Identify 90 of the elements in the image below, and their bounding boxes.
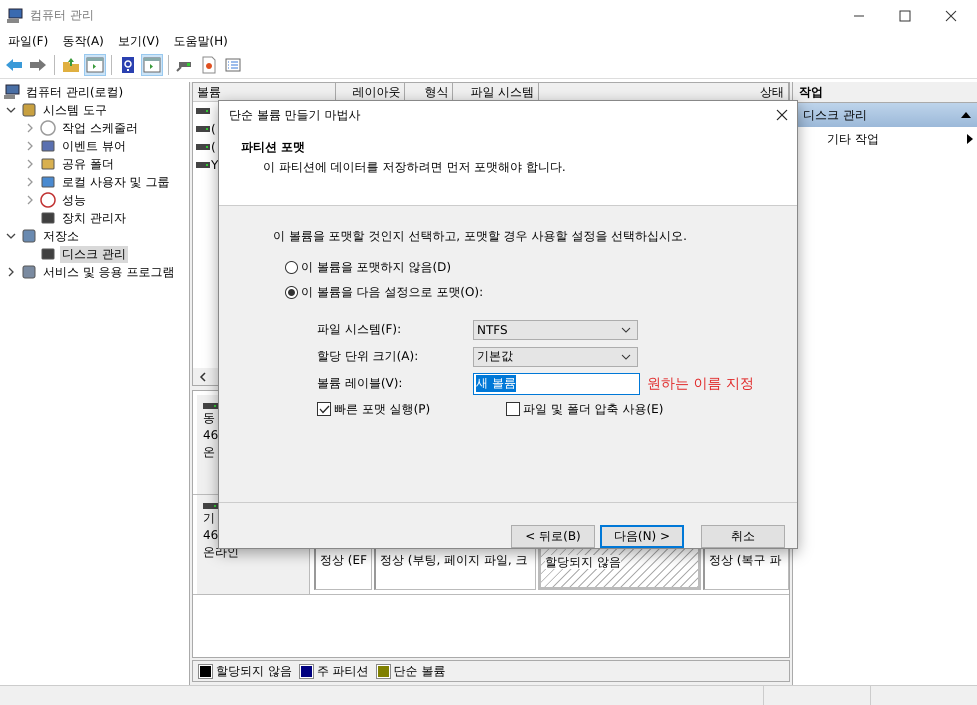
radio-button[interactable] <box>285 260 298 274</box>
computer-icon <box>6 8 24 24</box>
checkbox-label[interactable]: 파일 및 폴더 압축 사용(E) <box>523 400 664 418</box>
instruction-text: 이 볼륨을 포맷할 것인지 선택하고, 포맷할 경우 사용할 설정을 선택하십시오. <box>273 228 688 245</box>
drive-icon <box>196 126 210 132</box>
tree-item[interactable]: 서비스 및 응용 프로그램 <box>41 264 176 280</box>
partition-block[interactable]: 할당되지 않음 <box>538 546 701 590</box>
radio-label[interactable]: 이 볼륨을 포맷하지 않음(D) <box>301 258 452 276</box>
node-icon <box>21 228 37 244</box>
dialog-title: 단순 볼륨 만들기 마법사 <box>229 106 360 124</box>
action-pane-icon[interactable] <box>141 54 163 76</box>
checkbox-label[interactable]: 빠른 포맷 실행(P) <box>334 400 430 418</box>
node-icon <box>40 120 56 136</box>
radio-label[interactable]: 이 볼륨을 다음 설정으로 포맷(O): <box>301 284 484 301</box>
dropdown[interactable]: NTFS <box>473 320 638 340</box>
node-icon <box>40 138 56 154</box>
menu-item[interactable]: 파일(F) <box>8 33 48 50</box>
legend-label: 단순 볼륨 <box>394 662 446 680</box>
maximize-icon[interactable] <box>899 10 911 22</box>
tree-item[interactable]: 컴퓨터 관리(로컬) <box>24 84 126 100</box>
radio-button[interactable] <box>285 286 298 299</box>
page-subheading: 이 파티션에 데이터를 저장하려면 먼저 포맷해야 합니다. <box>262 159 567 176</box>
partition-block[interactable]: 정상 (복구 파 <box>702 546 789 590</box>
node-icon <box>40 210 56 226</box>
annotation-text: 원하는 이름 지정 <box>647 374 754 393</box>
node-icon <box>40 174 56 190</box>
chevron-down-icon <box>621 326 631 333</box>
drive-icon <box>202 403 219 409</box>
input-field[interactable]: 새 볼륨 <box>473 372 640 395</box>
computer-icon <box>4 84 20 100</box>
tree-item[interactable]: 장치 관리자 <box>60 210 128 226</box>
legend-label: 주 파티션 <box>316 662 369 680</box>
dropdown[interactable]: 기본값 <box>473 346 638 367</box>
node-icon <box>40 192 56 208</box>
tree-item[interactable]: 로컬 사용자 및 그룹 <box>60 174 172 190</box>
partition-block[interactable]: 정상 (부팅, 페이지 파일, 크 <box>374 546 536 590</box>
window-title: 컴퓨터 관리 <box>30 7 94 24</box>
partition-status: 정상 (EF <box>320 553 367 567</box>
checkbox[interactable] <box>317 402 331 416</box>
close-icon[interactable] <box>945 10 957 22</box>
drive-icon <box>196 108 210 114</box>
page-heading: 파티션 포맷 <box>241 139 306 156</box>
volume-name: ( <box>210 122 216 136</box>
drive-icon <box>196 162 210 168</box>
tree-pane-icon[interactable] <box>84 54 106 76</box>
node-icon <box>40 246 56 262</box>
drive-icon <box>202 503 219 509</box>
field-label: 파일 시스템(F): <box>317 321 402 338</box>
dialog-button[interactable]: < 뒤로(B) <box>511 525 595 548</box>
disk-info-text: 46 <box>202 428 220 443</box>
close-icon[interactable] <box>776 109 788 122</box>
legend-label: 할당되지 않음 <box>216 662 292 680</box>
drive-icon <box>196 144 210 150</box>
node-icon <box>21 102 37 118</box>
field-label: 할당 단위 크기(A): <box>317 348 420 366</box>
tree-item[interactable]: 작업 스케줄러 <box>60 120 140 136</box>
field-label: 볼륨 레이블(V): <box>317 375 404 392</box>
chevron-down-icon <box>621 354 631 360</box>
partition-status: 정상 (복구 파 <box>708 553 782 567</box>
disk-info-text: 동 <box>202 411 216 426</box>
menu-item[interactable]: 동작(A) <box>62 33 104 50</box>
tree-item[interactable]: 디스크 관리 <box>60 246 128 262</box>
node-icon <box>40 156 56 172</box>
tree-item[interactable]: 이벤트 뷰어 <box>60 138 128 154</box>
disk-info-text: 기 <box>202 511 216 526</box>
partition-status: 할당되지 않음 <box>544 555 621 569</box>
menu-item[interactable]: 보기(V) <box>118 33 160 50</box>
chevron-icon[interactable] <box>6 267 16 277</box>
scroll-left-icon[interactable] <box>198 372 207 382</box>
partition-status: 정상 (부팅, 페이지 파일, 크 <box>380 553 528 567</box>
partition-block[interactable]: 정상 (EF <box>314 546 372 590</box>
pane-header: 작업 <box>792 82 977 103</box>
tree-item[interactable]: 저장소 <box>41 228 81 244</box>
disk-info-text: 46 <box>202 528 220 543</box>
action-item[interactable]: 기타 작업 <box>826 130 879 148</box>
tree-item[interactable]: 시스템 도구 <box>41 102 109 118</box>
checkbox[interactable] <box>506 402 520 416</box>
disk-info-text: 온 <box>202 445 216 460</box>
node-icon <box>21 264 37 280</box>
dialog-button[interactable]: 다음(N) > <box>600 525 684 548</box>
chevron-icon[interactable] <box>6 231 16 241</box>
dialog-button[interactable]: 취소 <box>701 525 785 548</box>
tree-item[interactable]: 공유 폴더 <box>60 156 116 172</box>
tree-item[interactable]: 성능 <box>60 192 88 208</box>
volume-name: ( <box>210 140 216 154</box>
submenu-arrow-icon <box>967 134 973 144</box>
volume-name: Y <box>210 158 218 172</box>
collapse-arrow-icon[interactable] <box>961 112 971 118</box>
menu-item[interactable]: 도움말(H) <box>173 33 228 50</box>
chevron-icon[interactable] <box>6 105 16 115</box>
